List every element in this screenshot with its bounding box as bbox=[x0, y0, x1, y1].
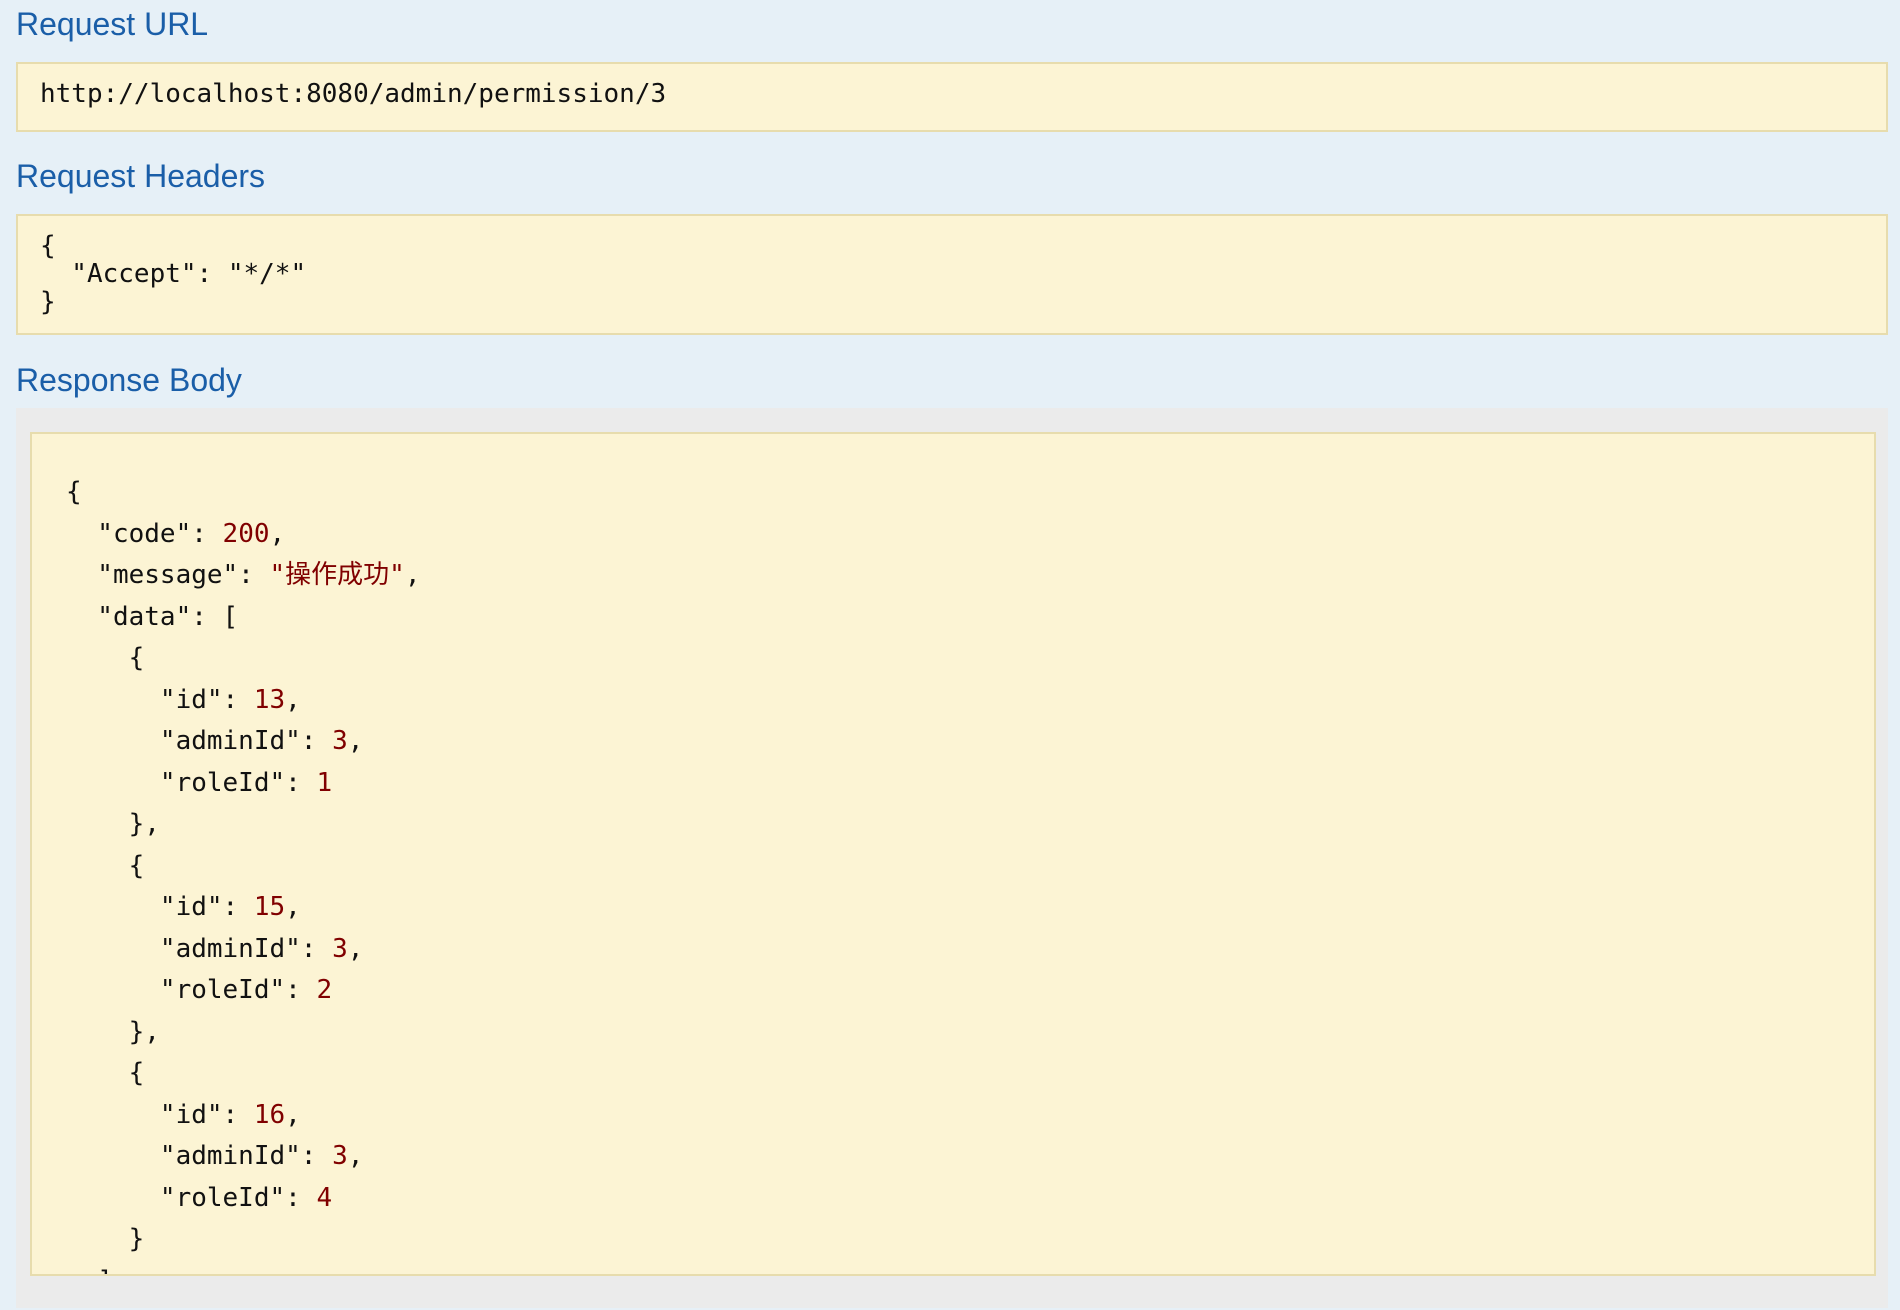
header-line: } bbox=[40, 287, 56, 317]
json-line: "id": 15, bbox=[66, 892, 301, 922]
json-line: ] bbox=[66, 1261, 1874, 1275]
json-line: "data": [ bbox=[66, 601, 239, 632]
json-line: "roleId": 1 bbox=[66, 767, 333, 798]
response-body-code[interactable]: { "code": 200, "message": "操作成功", "data"… bbox=[30, 432, 1876, 1276]
json-line: "roleId": 2 bbox=[66, 975, 333, 1005]
request-headers-heading: Request Headers bbox=[16, 158, 266, 194]
json-line: }, bbox=[66, 809, 160, 839]
json-line: "adminId": 3, bbox=[66, 726, 364, 756]
record-adminid-value: 3 bbox=[332, 726, 348, 756]
response-body-container: { "code": 200, "message": "操作成功", "data"… bbox=[16, 408, 1888, 1308]
header-line: "Accept": "*/*" bbox=[40, 259, 307, 289]
json-line: "adminId": 3, bbox=[66, 1141, 364, 1171]
json-line: "message": "操作成功", bbox=[66, 560, 421, 590]
json-line: "id": 16, bbox=[66, 1099, 301, 1130]
json-line: { bbox=[66, 850, 145, 881]
record-adminid-value: 3 bbox=[332, 1141, 348, 1171]
request-url-box[interactable]: http://localhost:8080/admin/permission/3 bbox=[16, 62, 1888, 132]
record-roleid-value: 4 bbox=[316, 1182, 333, 1213]
record-roleid-value: 2 bbox=[316, 975, 333, 1005]
json-line: { bbox=[66, 477, 82, 507]
record-id-value: 16 bbox=[253, 1099, 286, 1130]
request-headers-box[interactable]: { "Accept": "*/*"} bbox=[16, 214, 1888, 335]
request-url-value: http://localhost:8080/admin/permission/3 bbox=[40, 79, 667, 109]
json-line: { bbox=[66, 643, 145, 673]
json-line: { bbox=[66, 1058, 145, 1088]
json-line: "code": 200, bbox=[66, 518, 286, 549]
request-url-heading: Request URL bbox=[16, 6, 209, 42]
response-message-value: "操作成功" bbox=[269, 560, 405, 590]
json-line: "roleId": 4 bbox=[66, 1182, 333, 1213]
json-line: } bbox=[66, 1224, 145, 1254]
record-id-value: 13 bbox=[253, 684, 286, 715]
header-line: { bbox=[40, 231, 56, 261]
json-line: "id": 13, bbox=[66, 684, 301, 715]
record-adminid-value: 3 bbox=[332, 933, 348, 964]
response-code-value: 200 bbox=[222, 518, 270, 549]
json-line: "adminId": 3, bbox=[66, 933, 364, 964]
response-body-heading: Response Body bbox=[16, 362, 242, 398]
record-roleid-value: 1 bbox=[316, 767, 333, 798]
record-id-value: 15 bbox=[253, 892, 286, 922]
json-line: }, bbox=[66, 1016, 160, 1047]
